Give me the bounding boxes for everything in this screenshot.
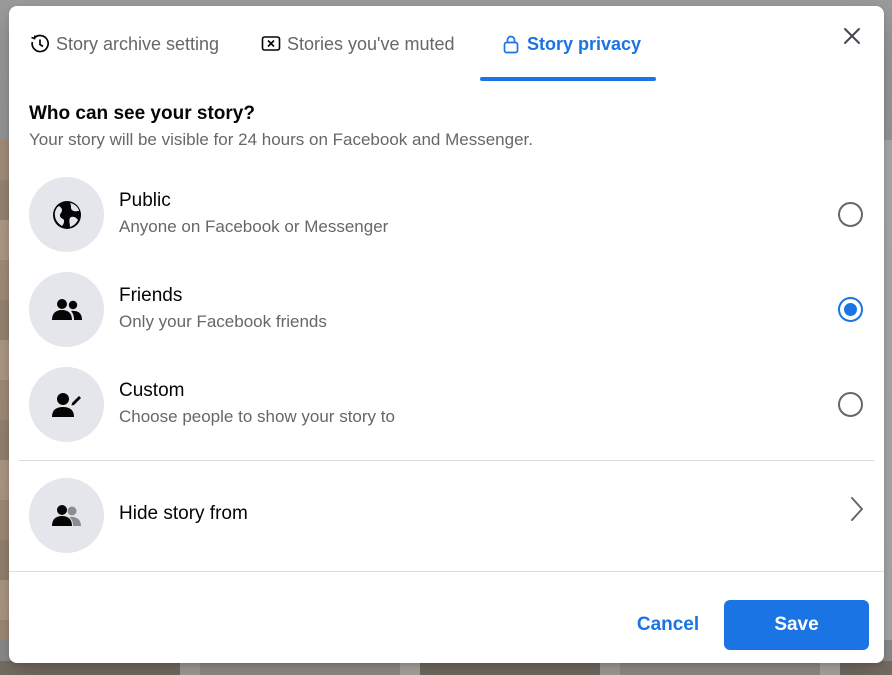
radio-friends[interactable] (838, 297, 863, 322)
radio-custom[interactable] (838, 392, 863, 417)
muted-box-icon (261, 34, 281, 54)
option-title: Friends (119, 285, 183, 306)
radio-public[interactable] (838, 202, 863, 227)
hide-story-from-row[interactable]: Hide story from (19, 471, 874, 559)
option-title: Hide story from (119, 503, 248, 524)
close-button[interactable] (834, 18, 870, 54)
option-custom[interactable]: Custom Choose people to show your story … (19, 360, 874, 448)
option-description: Only your Facebook friends (119, 312, 327, 331)
tab-bar: Story archive setting Stories you've mut… (9, 6, 884, 82)
option-icon-circle (29, 177, 104, 252)
option-icon-circle (29, 272, 104, 347)
tab-label: Story archive setting (56, 33, 220, 54)
tab-story-privacy[interactable]: Story privacy (491, 6, 651, 82)
option-description: Anyone on Facebook or Messenger (119, 217, 389, 236)
globe-icon (52, 200, 81, 229)
tab-story-archive-setting[interactable]: Story archive setting (20, 6, 229, 82)
section-heading: Who can see your story? (29, 103, 255, 124)
story-settings-dialog: Story archive setting Stories you've mut… (9, 6, 884, 663)
option-icon-circle (29, 478, 104, 553)
backdrop-content-bottom (0, 661, 892, 675)
tab-stories-muted[interactable]: Stories you've muted (251, 6, 465, 82)
tab-label: Story privacy (527, 33, 642, 54)
person-edit-icon (51, 392, 81, 417)
section-subheading: Your story will be visible for 24 hours … (29, 130, 533, 149)
footer-divider (9, 571, 884, 572)
option-description: Choose people to show your story to (119, 407, 395, 426)
history-clock-icon (30, 34, 50, 54)
save-button[interactable]: Save (724, 600, 869, 650)
option-icon-circle (29, 367, 104, 442)
cancel-button[interactable]: Cancel (618, 600, 718, 650)
option-public[interactable]: Public Anyone on Facebook or Messenger (19, 170, 874, 258)
lock-icon (501, 34, 521, 54)
option-friends[interactable]: Friends Only your Facebook friends (19, 265, 874, 353)
option-title: Public (119, 190, 171, 211)
close-icon (844, 28, 860, 44)
active-tab-indicator (480, 77, 656, 81)
friends-hide-icon (51, 504, 81, 526)
backdrop-content-right (884, 140, 892, 640)
section-divider (19, 460, 874, 461)
friends-icon (51, 298, 82, 320)
tab-label: Stories you've muted (287, 33, 455, 54)
chevron-right-icon (845, 493, 869, 525)
option-title: Custom (119, 380, 185, 401)
